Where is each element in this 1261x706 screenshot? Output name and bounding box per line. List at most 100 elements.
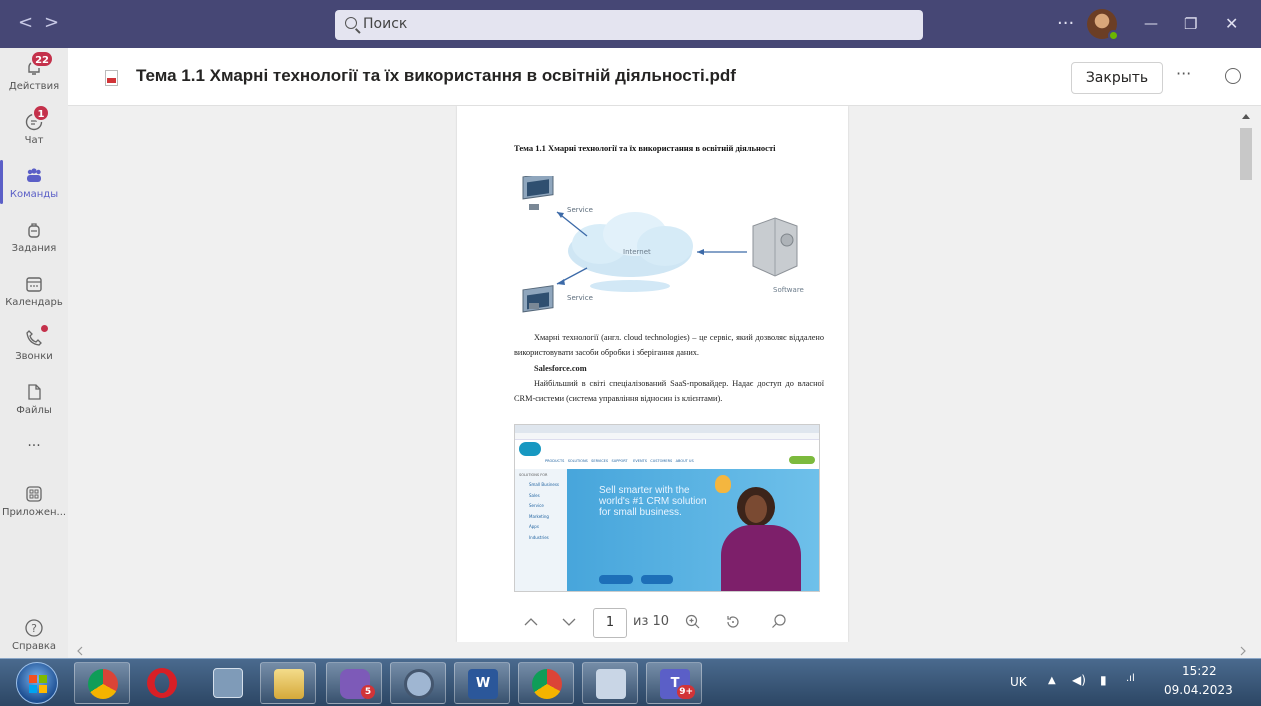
rail-item-calendar[interactable]: Календарь (0, 274, 68, 308)
rail-item-more[interactable]: ··· (0, 438, 68, 454)
more-options-icon[interactable]: ··· (1057, 0, 1074, 48)
backpack-icon (24, 220, 44, 240)
activity-badge: 22 (30, 50, 54, 68)
forward-arrow-icon[interactable]: > (44, 12, 59, 33)
bell-icon: 22 (24, 50, 54, 78)
rail-label: Чат (24, 135, 44, 146)
app-rail: 22 Действия 1 Чат Команды Задания Календ… (0, 48, 68, 658)
vertical-scrollbar[interactable] (1237, 106, 1261, 642)
more-options-icon[interactable]: ··· (1176, 64, 1191, 83)
close-file-button[interactable]: Закрыть (1071, 62, 1163, 94)
taskbar-chrome-profile[interactable] (518, 662, 574, 704)
rail-label: Календарь (5, 297, 63, 308)
folder-icon (274, 669, 304, 699)
zoom-in-icon[interactable] (684, 613, 702, 635)
scroll-right-icon (1240, 646, 1246, 656)
rail-item-assignments[interactable]: Задания (0, 220, 68, 254)
word-icon: W (468, 669, 498, 699)
calls-dot (41, 325, 48, 332)
rail-item-files[interactable]: Файлы (0, 382, 68, 416)
minimize-button[interactable]: — (1144, 0, 1158, 48)
rail-label: Команды (9, 189, 59, 200)
rail-label: Звонки (15, 351, 53, 362)
taskbar-magnifier[interactable] (390, 662, 446, 704)
rail-item-chat[interactable]: 1 Чат (0, 104, 68, 146)
svg-text:?: ? (31, 622, 37, 635)
pdf-page: Тема 1.1 Хмарні технології та їх викорис… (457, 106, 848, 642)
search-document-icon[interactable] (770, 613, 788, 635)
rail-label: Действия (8, 81, 60, 92)
salesforce-logo-icon (519, 442, 541, 456)
diagram-label: Software (773, 286, 804, 294)
rail-item-teams[interactable]: Команды (0, 160, 68, 204)
file-header: Тема 1.1 Хмарні технології та їх викорис… (68, 48, 1261, 106)
clock-date[interactable]: 09.04.2023 (1164, 683, 1233, 697)
cloud-diagram: Service Internet Service Software (522, 176, 804, 313)
taskbar-opera[interactable] (134, 662, 190, 704)
embedded-screenshot: PRODUCTS SOLUTIONS SERVICES SUPPORT EVEN… (514, 424, 820, 592)
conversation-icon[interactable] (1225, 68, 1241, 84)
phone-icon (24, 325, 48, 348)
subheading: Salesforce.com (534, 364, 587, 373)
taskbar-chrome[interactable] (74, 662, 130, 704)
taskbar-word[interactable]: W (454, 662, 510, 704)
document-heading: Тема 1.1 Хмарні технології та їх викорис… (514, 143, 776, 153)
rail-label: Задания (11, 243, 57, 254)
status-available-icon (1108, 30, 1119, 41)
calendar-icon (24, 274, 44, 294)
page-count-label: из 10 (633, 614, 670, 629)
taskbar-snipping[interactable] (582, 662, 638, 704)
paragraph: Хмарні технології (англ. cloud technolog… (514, 333, 824, 357)
search-input[interactable]: Поиск (335, 10, 923, 40)
page-number-input[interactable]: 1 (593, 608, 627, 638)
previous-page-icon[interactable] (522, 613, 540, 635)
language-indicator[interactable]: UK (1010, 675, 1027, 689)
viber-badge: 5 (361, 685, 375, 699)
tray-expand-icon[interactable]: ▲ (1048, 675, 1056, 686)
rail-item-apps[interactable]: Приложен... (0, 484, 68, 518)
rail-label: Приложен... (1, 507, 67, 518)
diagram-label: Service (567, 206, 593, 214)
rotate-icon[interactable] (724, 613, 742, 635)
scrollbar-thumb[interactable] (1240, 128, 1252, 180)
teams-badge: 9+ (677, 685, 695, 699)
rail-label: Файлы (16, 405, 52, 416)
paragraph: Найбільший в світі спеціалізований SaaS-… (514, 379, 824, 403)
screenshot-nav: PRODUCTS SOLUTIONS SERVICES SUPPORT EVEN… (545, 459, 694, 463)
horizontal-scrollbar[interactable] (68, 642, 1261, 658)
screenshot-headline: Sell smarter with the world's #1 CRM sol… (599, 485, 707, 518)
diagram-label: Service (567, 294, 593, 302)
more-icon: ··· (27, 438, 41, 454)
maximize-button[interactable]: ❐ (1184, 0, 1197, 48)
file-icon (24, 382, 44, 402)
chrome-icon (532, 669, 562, 699)
chat-icon: 1 (24, 104, 50, 132)
power-icon[interactable]: ▮ (1100, 673, 1107, 687)
opera-icon (147, 668, 177, 698)
start-button[interactable] (16, 662, 58, 704)
scroll-left-icon (77, 646, 83, 656)
next-page-icon[interactable] (560, 613, 578, 635)
file-title: Тема 1.1 Хмарні технології та їх викорис… (136, 66, 736, 85)
windows-taskbar: 5 W T 9+ UK ▲ ◀) ▮ .ıl 15:22 09.04.2023 (0, 658, 1261, 706)
scroll-up-icon (1242, 114, 1250, 119)
taskbar-explorer[interactable] (260, 662, 316, 704)
rail-item-calls[interactable]: Звонки (0, 325, 68, 362)
network-icon[interactable]: .ıl (1126, 673, 1135, 684)
pdf-viewer: Тема 1.1 Хмарні технології та їх викорис… (68, 106, 1237, 642)
taskbar-teams[interactable]: T 9+ (646, 662, 702, 704)
taskbar-viber[interactable]: 5 (326, 662, 382, 704)
taskbar-calculator[interactable] (200, 662, 256, 704)
rail-item-help[interactable]: ? Справка (0, 618, 68, 652)
rail-item-activity[interactable]: 22 Действия (0, 50, 68, 92)
clock-time[interactable]: 15:22 (1182, 664, 1217, 678)
help-icon: ? (24, 618, 44, 638)
avatar[interactable] (1087, 9, 1119, 41)
scissors-icon (596, 669, 626, 699)
volume-icon[interactable]: ◀) (1072, 673, 1086, 687)
close-window-button[interactable]: ✕ (1225, 0, 1238, 48)
screenshot-sidebar: SOLUTIONS FOR Small Business Sales Servi… (515, 469, 567, 591)
back-arrow-icon[interactable]: < (18, 12, 33, 33)
browser-chrome (515, 425, 819, 433)
magnifier-icon (404, 669, 434, 699)
